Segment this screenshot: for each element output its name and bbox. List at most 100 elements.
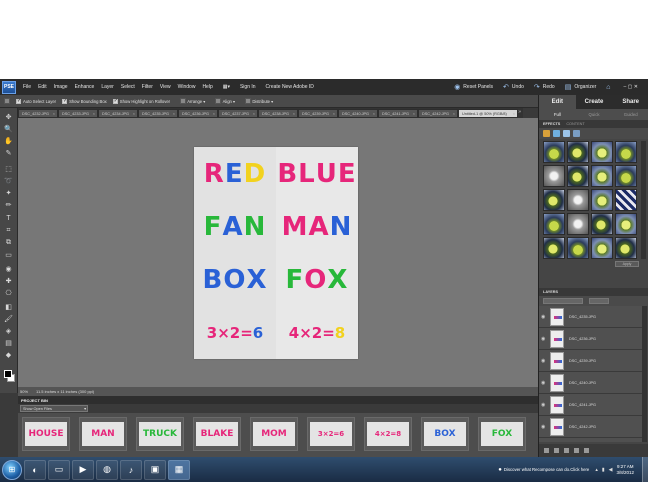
effect-thumb[interactable] xyxy=(591,165,613,187)
canvas-area[interactable]: RED BLUE FAN MAN BOX FOX 3 × 2 = 6 4 × 2 = 8 xyxy=(18,118,538,387)
effect-thumb[interactable] xyxy=(543,189,565,211)
bin-show-select[interactable]: Show Open Files ▾ xyxy=(20,405,88,412)
taskbar-app-icon[interactable]: ▣ xyxy=(144,459,166,480)
effect-thumb[interactable] xyxy=(615,213,637,235)
menu-select[interactable]: Select xyxy=(121,84,135,90)
taskbar-itunes-icon[interactable]: ♪ xyxy=(120,459,142,480)
auto-select-checkbox[interactable]: Auto Select Layer xyxy=(16,98,56,104)
close-icon[interactable]: × xyxy=(253,112,255,116)
type-tool-icon[interactable]: T xyxy=(4,214,13,223)
effect-thumb[interactable] xyxy=(567,189,589,211)
home-button[interactable]: ⌂ xyxy=(606,84,613,91)
redo-button[interactable]: ↷ Redo xyxy=(534,83,555,91)
tab-doc-3[interactable]: DSC_4235.JPG × xyxy=(138,109,178,118)
arrange-dropdown[interactable]: Arrange ▾ xyxy=(176,98,205,104)
move-tool-icon[interactable]: ✥ xyxy=(4,112,13,121)
tab-doc-2[interactable]: DSC_4234.JPG × xyxy=(98,109,138,118)
sign-in-link[interactable]: Sign In xyxy=(240,84,256,90)
menu-image[interactable]: Image xyxy=(54,84,68,90)
menu-window[interactable]: Window xyxy=(178,84,196,90)
zoom-level[interactable]: 50% xyxy=(20,389,28,394)
eye-icon[interactable]: ◉ xyxy=(541,380,548,386)
menu-view[interactable]: View xyxy=(160,84,171,90)
straighten-tool-icon[interactable]: ▭ xyxy=(4,250,13,259)
create-id-link[interactable]: Create New Adobe ID xyxy=(266,84,314,90)
layer-row[interactable]: ◉ DSC_4242.JPG xyxy=(539,416,642,438)
menu-filter[interactable]: Filter xyxy=(142,84,153,90)
lock-icon[interactable] xyxy=(574,448,579,453)
menu-edit[interactable]: Edit xyxy=(38,84,47,90)
shape-tool-icon[interactable]: ◆ xyxy=(4,350,13,359)
tab-guided[interactable]: Guided xyxy=(612,109,648,120)
blend-mode-select[interactable] xyxy=(543,298,583,304)
taskbar-photoshop-elements-icon[interactable]: ▦ xyxy=(168,459,190,480)
effect-thumb[interactable] xyxy=(567,165,589,187)
effect-thumb[interactable] xyxy=(543,165,565,187)
tab-doc-10[interactable]: DSC_4242.JPG × xyxy=(418,109,458,118)
effect-thumb[interactable] xyxy=(543,141,565,163)
effect-thumb[interactable] xyxy=(615,165,637,187)
project-bin-header[interactable]: PROJECT BIN xyxy=(18,396,538,404)
reset-panels-button[interactable]: ◉ Reset Panels xyxy=(454,83,493,91)
tab-doc-4[interactable]: DSC_4236.JPG × xyxy=(178,109,218,118)
start-button[interactable]: ⊞ xyxy=(2,459,22,480)
close-icon[interactable]: × xyxy=(133,112,135,116)
taskbar-explorer-icon[interactable]: ▭ xyxy=(48,459,70,480)
tab-full[interactable]: Full xyxy=(539,109,576,120)
new-layer-icon[interactable] xyxy=(544,448,549,453)
eye-icon[interactable]: ◉ xyxy=(541,314,548,320)
content-title[interactable]: CONTENT xyxy=(566,122,584,126)
bin-thumb-5[interactable]: 3×2=6 xyxy=(307,417,355,451)
layers-scrollbar[interactable] xyxy=(642,306,647,442)
volume-icon[interactable]: ◀ xyxy=(609,467,613,473)
red-eye-tool-icon[interactable]: ◉ xyxy=(4,264,13,273)
effect-thumb[interactable] xyxy=(615,189,637,211)
marquee-tool-icon[interactable]: ⬚ xyxy=(4,164,13,173)
highlight-checkbox[interactable]: Show Highlight on Rollover xyxy=(112,98,170,104)
tray-notification[interactable]: ● Discover what Recompose can do.Click he… xyxy=(498,467,589,473)
adjustment-layer-icon[interactable] xyxy=(554,448,559,453)
effects-scrollbar[interactable] xyxy=(641,141,646,259)
eyedropper-tool-icon[interactable]: ✎ xyxy=(4,148,13,157)
tab-doc-5[interactable]: DSC_4237.JPG × xyxy=(218,109,258,118)
trash-icon[interactable] xyxy=(584,448,589,453)
show-desktop-button[interactable] xyxy=(642,457,648,482)
bin-thumb-7[interactable]: BOX xyxy=(421,417,469,451)
undo-button[interactable]: ↶ Undo xyxy=(503,83,524,91)
close-icon[interactable]: × xyxy=(333,112,335,116)
eraser-tool-icon[interactable]: ◧ xyxy=(4,302,13,311)
tab-doc-8[interactable]: DSC_4240.JPG × xyxy=(338,109,378,118)
menu-help[interactable]: Help xyxy=(202,84,212,90)
tab-create[interactable]: Create xyxy=(576,95,613,109)
bin-thumb-8[interactable]: FOX xyxy=(478,417,526,451)
close-icon[interactable]: × xyxy=(173,112,175,116)
effects-title[interactable]: EFFECTS xyxy=(543,122,560,126)
eye-icon[interactable]: ◉ xyxy=(541,402,548,408)
menu-file[interactable]: File xyxy=(23,84,31,90)
zoom-tool-icon[interactable]: 🔍 xyxy=(4,124,13,133)
eye-icon[interactable]: ◉ xyxy=(541,336,548,342)
canvas-image-blue[interactable]: BLUE xyxy=(276,147,358,200)
canvas-image-red[interactable]: RED xyxy=(194,147,276,200)
selection-brush-tool-icon[interactable]: ✏ xyxy=(4,200,13,209)
window-controls[interactable]: – ▢ ✕ xyxy=(624,84,638,90)
foreground-color-swatch[interactable] xyxy=(4,370,12,378)
bin-thumb-2[interactable]: TRUCK xyxy=(136,417,184,451)
healing-tool-icon[interactable]: ✚ xyxy=(4,276,13,285)
close-icon[interactable]: × xyxy=(213,112,215,116)
eye-icon[interactable]: ◉ xyxy=(541,424,548,430)
layer-row[interactable]: ◉ DSC_4235.JPG xyxy=(539,306,642,328)
distribute-dropdown[interactable]: Distribute ▾ xyxy=(241,98,273,104)
canvas-image-fan[interactable]: FAN xyxy=(194,200,276,253)
lasso-tool-icon[interactable]: ➰ xyxy=(4,176,13,185)
bin-thumb-3[interactable]: BLAKE xyxy=(193,417,241,451)
bin-thumb-4[interactable]: MOM xyxy=(250,417,298,451)
taskbar-ie-icon[interactable]: ◐ xyxy=(24,459,46,480)
tab-active-document[interactable]: Untitled-1 @ 50% (RGB/8) × xyxy=(458,109,518,118)
layers-panel-header[interactable]: LAYERS xyxy=(539,288,648,296)
layer-styles-icon[interactable] xyxy=(553,130,560,137)
taskbar-media-player-icon[interactable]: ▶ xyxy=(72,459,94,480)
layer-row[interactable]: ◉ DSC_4236.JPG xyxy=(539,328,642,350)
photo-effects-icon[interactable] xyxy=(563,130,570,137)
effect-thumb[interactable] xyxy=(591,213,613,235)
